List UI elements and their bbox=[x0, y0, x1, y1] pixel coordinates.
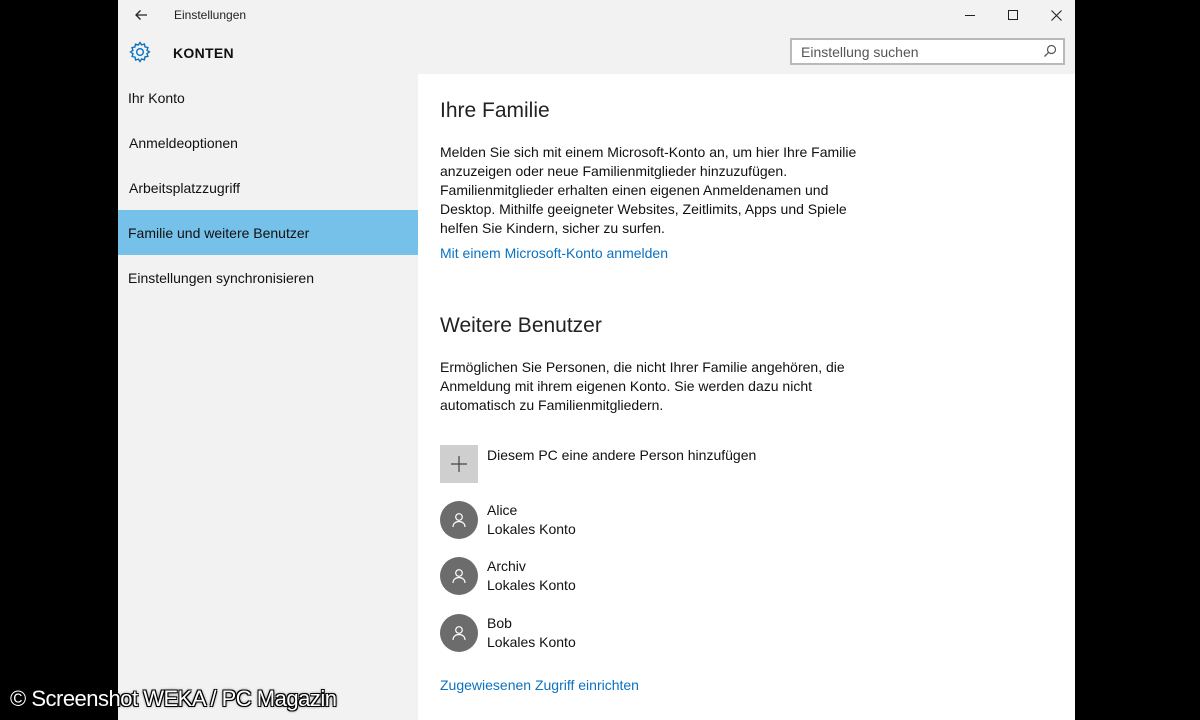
sidebar-item-label: Arbeitsplatzzugriff bbox=[129, 179, 241, 196]
person-icon bbox=[452, 626, 466, 641]
user-name: Alice bbox=[487, 502, 518, 518]
sidebar-item-label: Familie und weitere Benutzer bbox=[128, 224, 310, 241]
minimize-button[interactable] bbox=[947, 0, 993, 30]
sidebar-item-label: Anmeldeoptionen bbox=[129, 134, 238, 151]
person-icon bbox=[452, 569, 466, 584]
sidebar-item-arbeitsplatzzugriff[interactable]: Arbeitsplatzzugriff bbox=[118, 165, 418, 210]
add-person-label: Diesem PC eine andere Person hinzufügen bbox=[487, 447, 757, 463]
main-content: Ihre Familie Melden Sie sich mit einem M… bbox=[418, 74, 1075, 720]
sidebar-item-synchronisieren[interactable]: Einstellungen synchronisieren bbox=[118, 255, 418, 300]
user-row-archiv[interactable]: Archiv Lokales Konto bbox=[440, 556, 576, 596]
gear-icon bbox=[129, 41, 151, 63]
avatar bbox=[440, 501, 478, 539]
other-users-description: Ermöglichen Sie Personen, die nicht Ihre… bbox=[440, 359, 845, 413]
other-users-heading: Weitere Benutzer bbox=[440, 314, 602, 337]
close-icon bbox=[1050, 9, 1062, 21]
title-bar: Einstellungen bbox=[118, 0, 1075, 30]
family-description: Melden Sie sich mit einem Microsoft-Kont… bbox=[440, 144, 857, 236]
search-box[interactable] bbox=[790, 38, 1065, 65]
sidebar-item-familie[interactable]: Familie und weitere Benutzer bbox=[118, 210, 418, 255]
minimize-icon bbox=[965, 15, 975, 16]
user-name: Bob bbox=[487, 615, 512, 631]
search-icon[interactable] bbox=[1043, 44, 1057, 58]
maximize-button[interactable] bbox=[990, 0, 1036, 30]
user-name: Archiv bbox=[487, 558, 526, 574]
avatar bbox=[440, 614, 478, 652]
user-account-type: Lokales Konto bbox=[487, 521, 576, 537]
user-row-alice[interactable]: Alice Lokales Konto bbox=[440, 500, 576, 540]
sidebar-item-label: Einstellungen synchronisieren bbox=[128, 269, 314, 286]
family-heading: Ihre Familie bbox=[440, 99, 550, 122]
back-button[interactable] bbox=[130, 4, 152, 26]
section-title: KONTEN bbox=[173, 45, 234, 61]
sidebar-nav: Ihr Konto Anmeldeoptionen Arbeitsplatzzu… bbox=[118, 74, 418, 720]
window-title: Einstellungen bbox=[174, 8, 247, 22]
avatar bbox=[440, 557, 478, 595]
sidebar-item-anmeldeoptionen[interactable]: Anmeldeoptionen bbox=[118, 120, 418, 165]
user-account-type: Lokales Konto bbox=[487, 577, 576, 593]
plus-icon bbox=[451, 456, 467, 472]
assigned-access-link[interactable]: Zugewiesenen Zugriff einrichten bbox=[440, 677, 639, 693]
add-tile bbox=[440, 445, 478, 483]
watermark: © Screenshot WEKA / PC Magazin bbox=[10, 686, 337, 711]
settings-window: Einstellungen KONTEN Ihr Kont bbox=[118, 0, 1075, 720]
microsoft-signin-link[interactable]: Mit einem Microsoft-Konto anmelden bbox=[440, 245, 668, 261]
back-arrow-icon bbox=[135, 10, 147, 20]
user-account-type: Lokales Konto bbox=[487, 634, 576, 650]
user-row-bob[interactable]: Bob Lokales Konto bbox=[440, 613, 576, 653]
add-person-button[interactable]: Diesem PC eine andere Person hinzufügen bbox=[440, 445, 756, 483]
maximize-icon bbox=[1008, 10, 1018, 20]
close-button[interactable] bbox=[1033, 0, 1075, 30]
header-bar: KONTEN bbox=[118, 30, 1075, 74]
sidebar-item-ihr-konto[interactable]: Ihr Konto bbox=[118, 75, 418, 120]
search-input[interactable] bbox=[792, 40, 1046, 63]
person-icon bbox=[452, 513, 466, 528]
sidebar-item-label: Ihr Konto bbox=[128, 89, 185, 106]
